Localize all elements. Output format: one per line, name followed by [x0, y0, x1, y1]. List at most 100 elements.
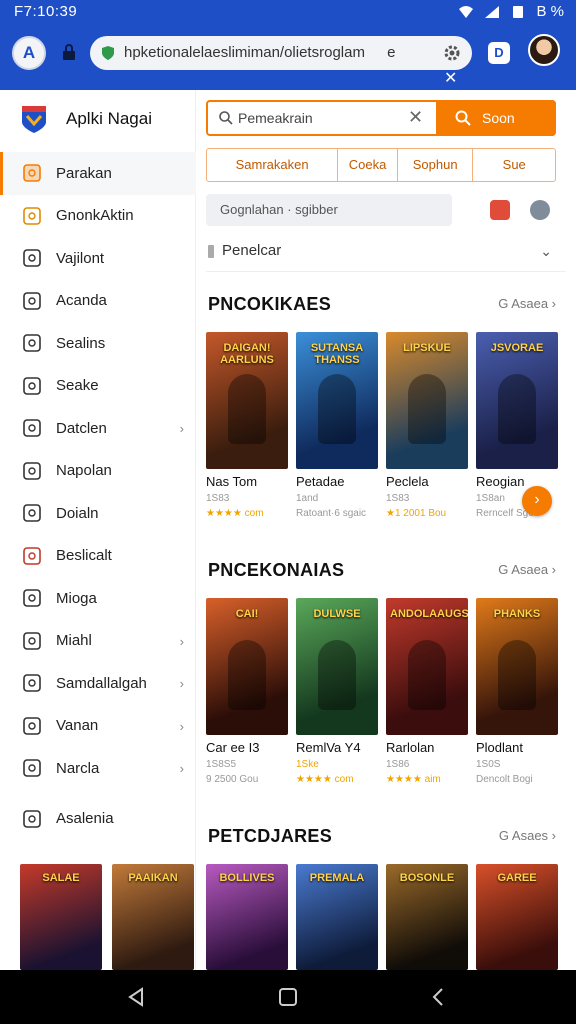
sidebar-item-label: Beslicalt: [56, 547, 112, 565]
sidebar-item-13[interactable]: Samdallalgah ›: [0, 662, 196, 705]
card-title: Petadae: [296, 474, 345, 489]
game-poster[interactable]: BOSONLE: [386, 864, 468, 970]
game-card[interactable]: SUTANSA THANSS Petadae 1and Ratoant·6 sgaic: [296, 332, 378, 519]
sp-icon: [23, 504, 41, 523]
chevron-right-icon: ›: [179, 676, 184, 691]
filter-tab-1[interactable]: Samrakaken: [207, 149, 339, 181]
game-poster[interactable]: ANDOLAAUGS: [386, 598, 468, 735]
filter-tab-4[interactable]: Sue: [473, 149, 555, 181]
back-icon[interactable]: [126, 987, 146, 1007]
chevron-right-icon: ›: [179, 718, 184, 734]
game-card[interactable]: DULWSE RemlVa Y4 1Ske ★★★★ com: [296, 598, 378, 785]
see-all-link-1[interactable]: G Asaea ›: [498, 296, 556, 311]
game-poster[interactable]: GAREE: [476, 864, 558, 970]
game-card[interactable]: ANDOLAAUGS Rarlolan 1S86 ★★★★ aim: [386, 598, 468, 785]
bag-icon: [23, 164, 41, 183]
profile-button[interactable]: A: [12, 36, 46, 70]
poster-title: JSVORAE: [490, 342, 544, 354]
poster-title: ANDOLAAUGS: [390, 608, 468, 620]
sidebar-item-5[interactable]: Sealins: [0, 322, 196, 365]
game-card[interactable]: CAI! Car ee I3 1S8S5 9 2500 Gou: [206, 598, 288, 785]
sidebar-item-2[interactable]: GnonkAktin: [0, 195, 196, 238]
poster-figure: [498, 640, 536, 710]
poster-title: PREMALA: [309, 872, 365, 884]
game-poster[interactable]: CAI!: [206, 598, 288, 735]
sidebar-nav: Parakan GnonkAktin Vajilont Acanda Sealins Se…: [0, 152, 196, 840]
card-title: Nas Tom: [206, 474, 258, 489]
search-button[interactable]: Soon: [436, 100, 556, 136]
dropdown-label: Penelcar: [222, 242, 282, 259]
shield-icon: [23, 419, 41, 438]
poster-title: DAIGAN! AARLUNS: [220, 342, 274, 366]
clear-icon[interactable]: ✕: [408, 107, 423, 128]
game-poster[interactable]: PREMALA: [296, 864, 378, 970]
game-poster[interactable]: LIPSKUE: [386, 332, 468, 469]
card-rating: Dencolt Bogi: [476, 774, 533, 785]
sidebar-item-9[interactable]: Doialn: [0, 492, 196, 535]
sidebar-item-6[interactable]: Seake: [0, 365, 196, 408]
game-poster[interactable]: SALAE: [20, 864, 102, 970]
category-dropdown[interactable]: Penelcar ⌄: [206, 238, 566, 272]
app-name: Aplki Nagai: [66, 109, 152, 128]
tabs-button[interactable]: D: [488, 42, 510, 64]
sort-field[interactable]: Gognlahan · sgibber: [206, 194, 452, 226]
sidebar-item-16[interactable]: Asalenia: [0, 798, 196, 841]
see-all-link-3[interactable]: G Asaes ›: [499, 828, 556, 843]
card-meta: 1and: [296, 493, 319, 504]
game-poster[interactable]: JSVORAE: [476, 332, 558, 469]
card-rating: Ratoant·6 sgaic: [296, 508, 367, 519]
recents-icon[interactable]: [428, 987, 448, 1007]
poster-title: PHANKS: [493, 608, 541, 620]
game-poster[interactable]: DAIGAN! AARLUNS: [206, 332, 288, 469]
game-poster[interactable]: DULWSE: [296, 598, 378, 735]
card-meta: 1S0S: [476, 759, 501, 770]
sidebar-item-label: Seake: [56, 377, 99, 395]
game-card[interactable]: PHANKS Plodlant 1S0S Dencolt Bogi: [476, 598, 558, 785]
card-meta: 1S83: [206, 493, 230, 504]
sidebar-item-1[interactable]: Parakan: [0, 152, 196, 195]
sidebar-item-7[interactable]: Datclen ›: [0, 407, 196, 450]
game-poster[interactable]: PAAIKAN: [112, 864, 194, 970]
notification-badge-icon[interactable]: [490, 200, 510, 220]
brand[interactable]: Aplki Nagai: [20, 102, 152, 136]
sidebar-item-8[interactable]: Napolan: [0, 450, 196, 493]
see-all-link-2[interactable]: G Asaea ›: [498, 562, 556, 577]
search-input[interactable]: Pemeakrain: [238, 110, 313, 126]
battery-text: B %: [536, 3, 564, 20]
info-icon[interactable]: [530, 200, 550, 220]
sidebar-item-12[interactable]: Miahl ›: [0, 620, 196, 663]
card-meta: 1S8S5: [206, 759, 237, 770]
sidebar-item-label: Narcla: [56, 759, 100, 777]
sidebar-item-15[interactable]: Narcla ›: [0, 747, 196, 790]
status-icons: B %: [458, 3, 564, 20]
gear-icon[interactable]: [442, 43, 462, 63]
home-icon[interactable]: [278, 987, 298, 1007]
game-poster[interactable]: BOLLIVES: [206, 864, 288, 970]
sidebar-item-label: Datclen: [56, 419, 107, 437]
sidebar-item-10[interactable]: Beslicalt: [0, 535, 196, 578]
bottom-poster-row: SALAE PAAIKAN BOLLIVES PREMALA BOSONLE GAREE: [20, 864, 560, 970]
sidebar-item-11[interactable]: Mioga: [0, 577, 196, 620]
filter-tab-2[interactable]: Coeka: [338, 149, 398, 181]
next-arrow-icon[interactable]: ›: [522, 486, 552, 516]
envelope-icon: [23, 546, 41, 565]
game-poster[interactable]: PHANKS: [476, 598, 558, 735]
lock-icon: [63, 44, 75, 60]
sidebar-item-4[interactable]: Acanda: [0, 280, 196, 323]
sidebar-item-14[interactable]: Vanan ›: [0, 705, 196, 748]
signal-icon: [485, 5, 500, 18]
close-icon[interactable]: ✕: [444, 68, 457, 88]
game-card[interactable]: LIPSKUE Peclela 1S83 ★1 2001 Bou: [386, 332, 468, 519]
avatar[interactable]: [528, 34, 560, 66]
sidebar-item-3[interactable]: Vajilont: [0, 237, 196, 280]
game-card[interactable]: DAIGAN! AARLUNS Nas Tom 1S83 ★★★★ com: [206, 332, 288, 519]
game-poster[interactable]: SUTANSA THANSS: [296, 332, 378, 469]
poster-title: DULWSE: [313, 608, 361, 620]
search-button-label: Soon: [482, 110, 515, 126]
poster-figure: [318, 374, 356, 444]
poster-figure: [408, 374, 446, 444]
url-field[interactable]: hpketionalelaeslimiman/olietsroglam e: [90, 36, 472, 70]
search-bar[interactable]: Pemeakrain ✕ Soon: [206, 100, 556, 136]
address-row: A hpketionalelaeslimiman/olietsroglam e …: [0, 30, 576, 76]
filter-tab-3[interactable]: Sophun: [398, 149, 474, 181]
